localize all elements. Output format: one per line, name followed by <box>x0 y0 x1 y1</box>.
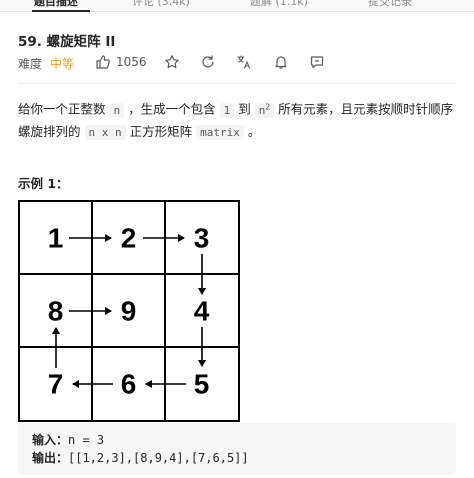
matrix-cell-1-2: 4 <box>194 296 210 327</box>
inline-code-1: 1 <box>219 102 235 118</box>
n-squared-exponent: 2 <box>265 102 271 111</box>
example-title: 示例 1： <box>18 176 69 191</box>
output-value: [[1,2,3],[8,9,4],[7,6,5]] <box>68 451 249 465</box>
tab-comments[interactable]: 评论 (3.4k) <box>132 0 190 11</box>
inline-code-nxn: n x n <box>84 124 126 140</box>
tab-bar: 题目描述 评论 (3.4k) 题解 (1.1k) 提交记录 <box>0 0 474 12</box>
thumbs-up-icon[interactable] <box>95 54 111 70</box>
desc-text: 到 <box>238 101 251 117</box>
example-output-line: 输出：[[1,2,3],[8,9,4],[7,6,5]] <box>32 449 442 467</box>
matrix-cell-0-0: 1 <box>48 223 64 254</box>
problem-title: 59. 螺旋矩阵 II <box>18 34 116 50</box>
inline-code-n: n <box>109 102 125 118</box>
share-icon[interactable] <box>200 54 216 70</box>
example-input-line: 输入：n = 3 <box>32 431 442 449</box>
desc-text: ，生成一个包含 <box>128 101 216 117</box>
matrix-cell-0-1: 2 <box>121 223 137 254</box>
inline-code-n-squared: n2 <box>254 102 275 118</box>
difficulty-badge: 中等 <box>50 57 75 71</box>
desc-text: 。 <box>247 123 261 139</box>
tab-solutions[interactable]: 题解 (1.1k) <box>250 0 308 11</box>
inline-code-matrix: matrix <box>196 124 244 140</box>
matrix-cell-2-1: 6 <box>121 369 137 400</box>
input-value: n = 3 <box>68 433 105 447</box>
tab-submissions[interactable]: 提交记录 <box>368 0 412 11</box>
matrix-cell-2-2: 5 <box>194 369 210 400</box>
input-label: 输入： <box>32 433 69 447</box>
problem-meta-row: 难度 中等 1056 <box>18 54 458 72</box>
feedback-icon[interactable] <box>309 54 325 70</box>
matrix-cell-0-2: 3 <box>194 223 210 254</box>
spiral-matrix-figure: 1 2 3 8 9 4 7 6 5 <box>18 200 240 422</box>
output-label: 输出： <box>32 451 69 465</box>
like-count: 1056 <box>116 55 147 69</box>
bell-icon[interactable] <box>273 54 289 70</box>
example-io-block: 输入：n = 3 输出：[[1,2,3],[8,9,4],[7,6,5]] <box>18 423 456 475</box>
star-icon[interactable] <box>164 54 180 70</box>
matrix-cell-1-1: 9 <box>121 296 137 327</box>
problem-description: 给你一个正整数 n ，生成一个包含 1 到 n2 所有元素，且元素按顺时针顺序螺… <box>18 96 458 143</box>
matrix-cell-2-0: 7 <box>48 369 64 400</box>
active-tab-indicator <box>32 10 90 12</box>
divider <box>18 83 456 84</box>
translate-icon[interactable] <box>236 54 252 70</box>
desc-text: 正方形矩阵 <box>129 123 193 139</box>
desc-text: 给你一个正整数 <box>18 101 106 117</box>
matrix-cell-1-0: 8 <box>48 296 64 327</box>
difficulty-label: 难度 <box>18 57 43 71</box>
